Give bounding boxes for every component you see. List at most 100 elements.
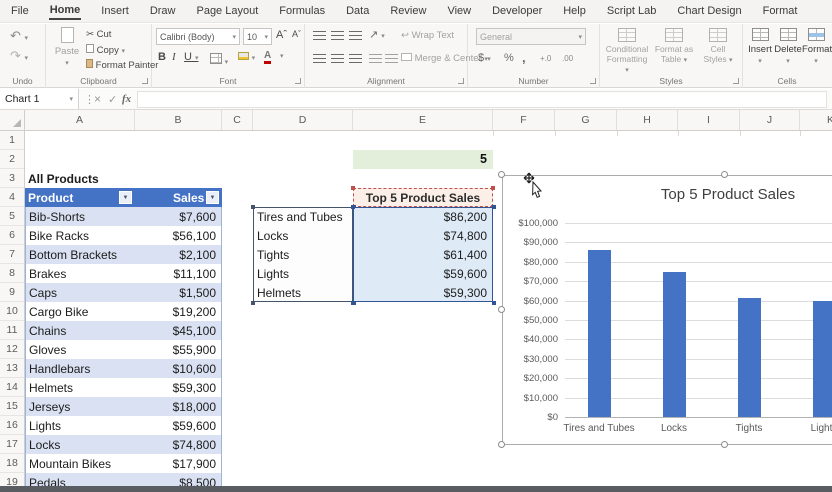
range-corner-handle[interactable] <box>251 301 255 305</box>
fill-color-button[interactable]: ▾ <box>238 52 255 63</box>
chart-handle-bottom-middle[interactable] <box>721 441 728 448</box>
align-top-icon[interactable] <box>313 31 326 40</box>
cell-styles-button[interactable]: CellStyles ▾ <box>698 28 738 64</box>
product-table-row[interactable]: Mountain Bikes$17,900 <box>25 454 222 473</box>
font-size-select[interactable]: 10▾ <box>243 28 272 45</box>
italic-button[interactable]: I <box>172 51 176 63</box>
product-table-row[interactable]: Caps$1,500 <box>25 283 222 302</box>
percent-button[interactable]: % <box>504 52 514 64</box>
row-header-1[interactable]: 1 <box>0 131 24 150</box>
range-corner-handle[interactable] <box>251 205 255 209</box>
fx-icon[interactable]: fx <box>122 89 131 109</box>
row-header-15[interactable]: 15 <box>0 397 24 416</box>
row-header-13[interactable]: 13 <box>0 359 24 378</box>
top5-header-cell[interactable]: Top 5 Product Sales <box>353 188 493 207</box>
column-header-I[interactable]: I <box>678 110 740 130</box>
alignment-dialog-launcher[interactable] <box>458 78 464 84</box>
top5-values-range[interactable]: $86,200$74,800$61,400$59,600$59,300 <box>353 207 493 302</box>
row-header-5[interactable]: 5 <box>0 207 24 226</box>
currency-button[interactable]: $ ▾ <box>478 52 491 64</box>
chart-title[interactable]: Top 5 Product Sales <box>661 186 795 203</box>
product-table-row[interactable]: Brakes$11,100 <box>25 264 222 283</box>
align-right-icon[interactable] <box>349 54 362 63</box>
menu-tab-format[interactable]: Format <box>762 3 799 19</box>
range-corner-handle[interactable] <box>492 205 496 209</box>
column-header-J[interactable]: J <box>740 110 800 130</box>
product-table-row[interactable]: Helmets$59,300 <box>25 378 222 397</box>
wrap-text-button[interactable]: ↩ Wrap Text <box>401 30 454 41</box>
cancel-icon[interactable]: × <box>94 89 101 109</box>
range-corner-handle[interactable] <box>351 301 355 305</box>
row-header-3[interactable]: 3 <box>0 169 24 188</box>
paste-button[interactable]: Paste▾ <box>52 27 82 68</box>
borders-button[interactable]: ▾ <box>210 53 228 67</box>
undo-icon[interactable]: ↶ ▾ <box>10 28 28 44</box>
comma-style-button[interactable]: , <box>522 50 526 65</box>
number-dialog-launcher[interactable] <box>590 78 596 84</box>
menu-tab-review[interactable]: Review <box>389 3 427 19</box>
formula-input[interactable] <box>137 91 827 108</box>
row-header-10[interactable]: 10 <box>0 302 24 321</box>
align-left-icon[interactable] <box>313 54 326 63</box>
font-color-dropdown[interactable]: ▾ <box>280 52 284 60</box>
product-table-row[interactable]: Chains$45,100 <box>25 321 222 340</box>
top5-labels-range[interactable]: Tires and TubesLocksTightsLightsHelmets <box>253 207 353 302</box>
cell-top-count[interactable]: 5 <box>353 150 493 169</box>
row-header-18[interactable]: 18 <box>0 454 24 473</box>
column-header-G[interactable]: G <box>555 110 617 130</box>
sales-column-header[interactable]: Sales <box>173 188 204 207</box>
row-header-6[interactable]: 6 <box>0 226 24 245</box>
row-header-9[interactable]: 9 <box>0 283 24 302</box>
menu-tab-view[interactable]: View <box>446 3 472 19</box>
product-table-row[interactable]: Bib-Shorts$7,600 <box>25 207 222 226</box>
enter-icon[interactable]: ✓ <box>108 89 117 109</box>
range-corner-handle[interactable] <box>492 301 496 305</box>
font-family-select[interactable]: Calibri (Body)▾ <box>156 28 240 45</box>
shrink-font-button[interactable]: Aˇ <box>292 29 301 39</box>
align-center-icon[interactable] <box>331 54 344 63</box>
align-bottom-icon[interactable] <box>349 31 362 40</box>
chart-handle-top-middle[interactable] <box>721 171 728 178</box>
bold-button[interactable]: B <box>158 51 166 63</box>
product-column-header[interactable]: Product <box>28 188 73 207</box>
column-header-B[interactable]: B <box>135 110 222 130</box>
copy-button[interactable]: Copy ▾ <box>86 44 125 56</box>
column-header-C[interactable]: C <box>222 110 253 130</box>
format-cells-button[interactable]: Format▾ <box>802 28 830 66</box>
number-format-select[interactable]: General▾ <box>476 28 586 45</box>
column-header-D[interactable]: D <box>253 110 353 130</box>
chart-bar-tights[interactable] <box>738 298 761 417</box>
chart[interactable]: Top 5 Product Sales $0$10,000$20,000$30,… <box>502 175 832 445</box>
redo-icon[interactable]: ↷ ▾ <box>10 48 28 64</box>
product-table-row[interactable]: Bike Racks$56,100 <box>25 226 222 245</box>
range-corner-handle[interactable] <box>351 186 355 190</box>
menu-tab-draw[interactable]: Draw <box>149 3 177 19</box>
chart-handle-bottom-left[interactable] <box>498 441 505 448</box>
format-painter-button[interactable]: Format Painter <box>86 59 158 71</box>
sales-filter-button[interactable]: ▼ <box>206 191 219 204</box>
column-header-A[interactable]: A <box>25 110 135 130</box>
column-header-H[interactable]: H <box>617 110 678 130</box>
menu-tab-page-layout[interactable]: Page Layout <box>195 3 259 19</box>
cell-all-products[interactable]: All Products <box>28 172 99 186</box>
product-table-row[interactable]: Locks$74,800 <box>25 435 222 454</box>
menu-tab-developer[interactable]: Developer <box>491 3 543 19</box>
align-middle-icon[interactable] <box>331 31 344 40</box>
menu-tab-help[interactable]: Help <box>562 3 587 19</box>
decrease-decimal-button[interactable]: .00 <box>562 54 573 63</box>
chart-bar-tires-and-tubes[interactable] <box>588 250 611 417</box>
insert-cells-button[interactable]: Insert▾ <box>746 28 774 66</box>
font-dialog-launcher[interactable] <box>295 78 301 84</box>
select-all-corner[interactable] <box>0 110 25 130</box>
product-table-row[interactable]: Bottom Brackets$2,100 <box>25 245 222 264</box>
font-color-button[interactable]: A <box>264 50 271 64</box>
column-header-K[interactable]: K <box>800 110 832 130</box>
orientation-icon[interactable]: ↗ ▾ <box>369 28 385 41</box>
chart-bar-locks[interactable] <box>663 272 686 417</box>
chart-bar-lights[interactable] <box>813 301 832 417</box>
chart-handle-top-left[interactable] <box>498 171 505 178</box>
product-table-row[interactable]: Handlebars$10,600 <box>25 359 222 378</box>
underline-button[interactable]: U ▾ <box>184 51 199 63</box>
product-filter-button[interactable]: ▼ <box>119 191 132 204</box>
range-corner-handle[interactable] <box>491 186 495 190</box>
